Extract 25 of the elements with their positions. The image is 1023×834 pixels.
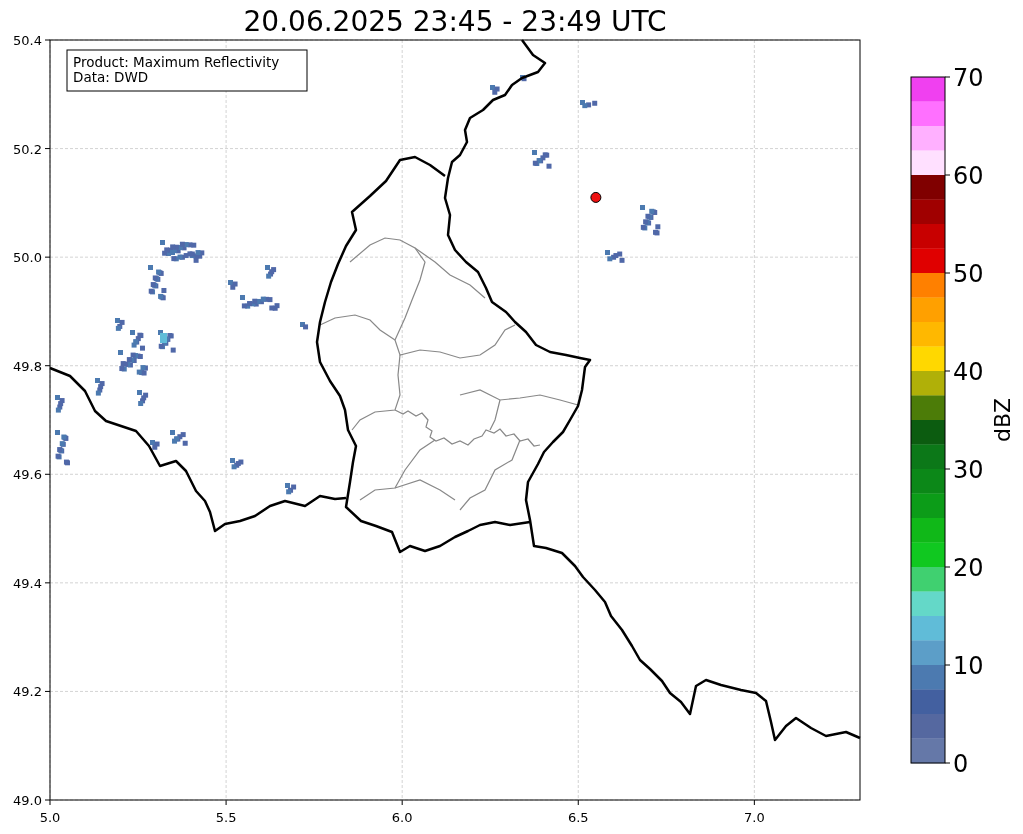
colorbar-tick-label: 50	[953, 260, 984, 288]
colorbar-label: dBZ	[990, 397, 1015, 443]
colorbar-tick-label: 0	[953, 750, 969, 778]
x-tick-label: 6.5	[567, 810, 589, 825]
legend-text: Data: DWD	[73, 69, 149, 85]
x-tick-label: 5.0	[39, 810, 61, 825]
x-tick-label: 7.0	[744, 810, 765, 825]
y-tick-label: 50.4	[13, 33, 42, 48]
y-tick-label: 50.2	[13, 141, 42, 157]
y-tick-label: 49.2	[13, 684, 42, 700]
x-tick-label: 6.0	[391, 810, 413, 825]
colorbar-tick-label: 30	[953, 456, 984, 484]
y-tick-label: 50.0	[13, 250, 42, 266]
colorbar-tick-label: 20	[953, 554, 984, 582]
colorbar-tick-label: 10	[953, 652, 984, 680]
chart-title: 20.06.2025 23:45 - 23:49 UTC	[242, 4, 668, 40]
y-tick-label: 49.4	[13, 575, 42, 591]
colorbar-tick-label: 70	[953, 64, 984, 92]
y-tick-label: 49.8	[13, 358, 42, 374]
colorbar-tick-label: 60	[953, 162, 984, 190]
y-tick-label: 49.6	[13, 467, 42, 483]
colorbar-tick-label: 40	[953, 358, 984, 386]
x-tick-label: 5.5	[215, 810, 237, 825]
y-tick-label: 49.0	[13, 793, 42, 808]
legend-text: Product: Maximum Reflectivity	[73, 54, 280, 70]
